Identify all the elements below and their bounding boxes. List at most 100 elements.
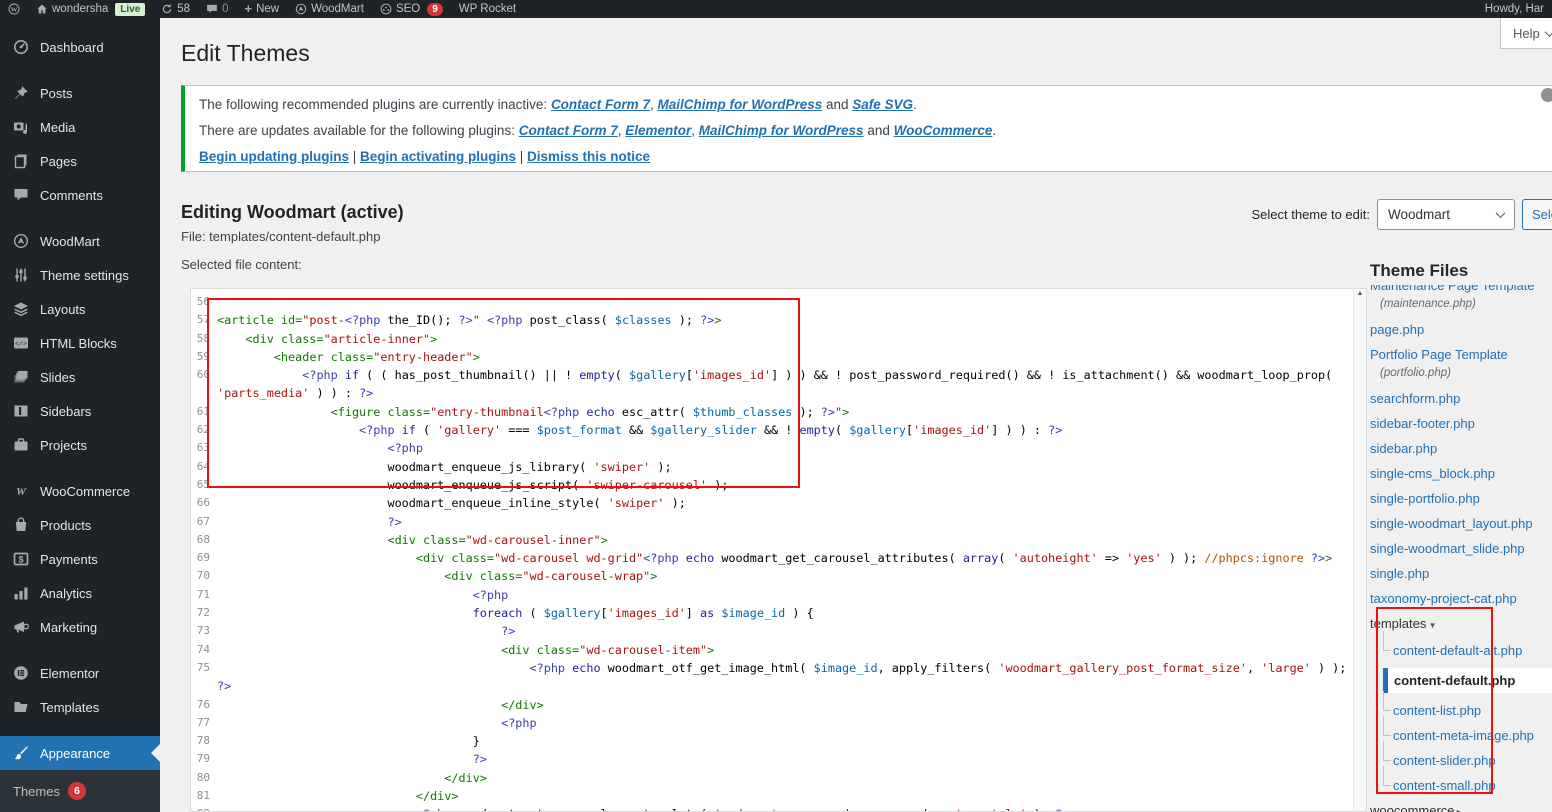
theme-file-maintenance-page-template[interactable]: Maintenance Page Template(maintenance.ph…	[1370, 285, 1552, 312]
howdy-account-menu[interactable]: Howdy, Har	[1477, 0, 1552, 18]
menu-separator	[0, 644, 160, 656]
menu-separator	[0, 212, 160, 224]
theme-file-description: (portfolio.php)	[1380, 366, 1552, 381]
sidebar-item-appearance[interactable]: Appearance	[0, 736, 160, 770]
code-editor[interactable]: 5657<article id="post-<?php the_ID(); ?>…	[190, 288, 1367, 812]
code-line: 73 ?>	[191, 622, 1352, 640]
plugin-link[interactable]: WooCommerce	[894, 123, 993, 138]
notice-line: The following recommended plugins are cu…	[199, 96, 1552, 113]
sidebar-item-templates[interactable]: Templates	[0, 690, 160, 724]
sidebar-item-dashboard[interactable]: Dashboard	[0, 30, 160, 64]
sidebar-item-payments[interactable]: $Payments	[0, 542, 160, 576]
line-number: 79	[191, 750, 217, 768]
sidebar-item-html-blocks[interactable]: </>HTML Blocks	[0, 326, 160, 360]
select-theme-button[interactable]: Select	[1522, 199, 1552, 230]
theme-file-content-default-alt-php[interactable]: content-default-alt.php	[1383, 643, 1552, 658]
theme-file-single-cms-block-php[interactable]: single-cms_block.php	[1370, 466, 1552, 481]
sidebar-subitem-themes[interactable]: Themes6	[13, 777, 160, 805]
sidebar-item-products[interactable]: Products	[0, 508, 160, 542]
line-number: 56	[191, 293, 217, 311]
code-content: foreach ( $gallery['images_id'] as $imag…	[217, 604, 1352, 622]
sidebar-item-projects[interactable]: Projects	[0, 428, 160, 462]
file-path: File: templates/content-default.php	[181, 229, 380, 244]
sidebar-item-label: Theme settings	[40, 268, 129, 283]
sidebar-item-theme-settings[interactable]: Theme settings	[0, 258, 160, 292]
notice-action-link[interactable]: Begin activating plugins	[360, 149, 516, 164]
chevron-down-icon	[1544, 27, 1552, 37]
code-content: woodmart_enqueue_js_script( 'swiper-caro…	[217, 476, 1352, 494]
seo-menu[interactable]: SEO 9	[372, 0, 451, 18]
theme-file-portfolio-page-template[interactable]: Portfolio Page Template(portfolio.php)	[1370, 347, 1552, 381]
sidebar-item-elementor[interactable]: Elementor	[0, 656, 160, 690]
sidebar-item-posts[interactable]: Posts	[0, 76, 160, 110]
woodmart-icon	[295, 3, 307, 15]
analytics-icon	[13, 585, 30, 601]
sidebar-item-marketing[interactable]: Marketing	[0, 610, 160, 644]
theme-file-woocommerce[interactable]: woocommerce ▶	[1370, 803, 1552, 812]
theme-file-single-woodmart-layout-php[interactable]: single-woodmart_layout.php	[1370, 516, 1552, 531]
updates-menu[interactable]: 58	[153, 0, 198, 18]
sidebar-item-woodmart[interactable]: WoodMart	[0, 224, 160, 258]
sidebar-item-woocommerce[interactable]: WWooCommerce	[0, 474, 160, 508]
plugin-link[interactable]: MailChimp for WordPress	[657, 97, 822, 112]
seo-issues-badge: 9	[427, 3, 443, 16]
woodmart-menu[interactable]: WoodMart	[287, 0, 372, 18]
sidebar-item-sidebars[interactable]: Sidebars	[0, 394, 160, 428]
wp-logo-menu[interactable]: W	[0, 0, 28, 18]
theme-file-single-php[interactable]: single.php	[1370, 566, 1552, 581]
comment-bubble-icon	[206, 3, 218, 15]
theme-file-searchform-php[interactable]: searchform.php	[1370, 391, 1552, 406]
theme-file-taxonomy-project-cat-php[interactable]: taxonomy-project-cat.php	[1370, 591, 1552, 606]
notice-text: The following recommended plugins are cu…	[199, 97, 551, 112]
help-tab[interactable]: Help	[1500, 18, 1552, 49]
plugin-link[interactable]: Elementor	[625, 123, 691, 138]
sidebar-item-comments[interactable]: Comments	[0, 178, 160, 212]
sidebar-item-label: Elementor	[40, 666, 99, 681]
sidebar-item-pages[interactable]: Pages	[0, 144, 160, 178]
line-number: 80	[191, 769, 217, 787]
theme-file-single-woodmart-slide-php[interactable]: single-woodmart_slide.php	[1370, 541, 1552, 556]
plugin-link[interactable]: Safe SVG	[852, 97, 913, 112]
line-number: 58	[191, 330, 217, 348]
sidebar-item-label: Payments	[40, 552, 98, 567]
wp-rocket-menu[interactable]: WP Rocket	[451, 0, 524, 18]
notice-icon	[1541, 88, 1552, 102]
dashboard-icon	[13, 39, 30, 55]
line-number: 59	[191, 348, 217, 366]
code-line: 56	[191, 293, 1352, 311]
theme-select[interactable]: Woodmart	[1377, 199, 1515, 230]
sidebar-item-media[interactable]: Media	[0, 110, 160, 144]
site-menu[interactable]: wondersha Live	[28, 0, 153, 18]
code-content: <div class="article-inner">	[217, 330, 1352, 348]
notice-line: There are updates available for the foll…	[199, 122, 1552, 139]
code-line: 65 woodmart_enqueue_js_script( 'swiper-c…	[191, 476, 1352, 494]
new-content-menu[interactable]: + New	[236, 0, 287, 18]
theme-file-templates[interactable]: templates ▼	[1370, 616, 1552, 633]
wp-rocket-label: WP Rocket	[459, 3, 516, 15]
theme-file-content-default-php[interactable]: content-default.php	[1383, 668, 1552, 693]
notice-action-link[interactable]: Dismiss this notice	[527, 149, 650, 164]
sidebar-item-layouts[interactable]: Layouts	[0, 292, 160, 326]
theme-file-page-php[interactable]: page.php	[1370, 322, 1552, 337]
theme-file-content-list-php[interactable]: content-list.php	[1383, 703, 1552, 718]
sidebar-item-analytics[interactable]: Analytics	[0, 576, 160, 610]
theme-file-single-portfolio-php[interactable]: single-portfolio.php	[1370, 491, 1552, 506]
theme-file-content-slider-php[interactable]: content-slider.php	[1383, 753, 1552, 768]
plugin-link[interactable]: MailChimp for WordPress	[699, 123, 864, 138]
home-icon	[36, 3, 48, 15]
plugin-link[interactable]: Contact Form 7	[551, 97, 650, 112]
code-line: 71 <?php	[191, 586, 1352, 604]
theme-file-content-small-php[interactable]: content-small.php	[1383, 778, 1552, 793]
theme-file-sidebar-footer-php[interactable]: sidebar-footer.php	[1370, 416, 1552, 431]
seo-icon	[380, 3, 392, 15]
sidebar-item-slides[interactable]: Slides	[0, 360, 160, 394]
theme-file-content-meta-image-php[interactable]: content-meta-image.php	[1383, 728, 1552, 743]
theme-file-sidebar-php[interactable]: sidebar.php	[1370, 441, 1552, 456]
comments-menu[interactable]: 0	[198, 0, 236, 18]
notice-action-link[interactable]: Begin updating plugins	[199, 149, 349, 164]
sidebar-item-label: Posts	[40, 86, 73, 101]
sidebar-item-label: Dashboard	[40, 40, 104, 55]
scroll-up-arrow-icon[interactable]: ▲	[1354, 290, 1366, 297]
plugin-link[interactable]: Contact Form 7	[519, 123, 618, 138]
editor-scrollbar[interactable]: ▲	[1353, 289, 1366, 811]
